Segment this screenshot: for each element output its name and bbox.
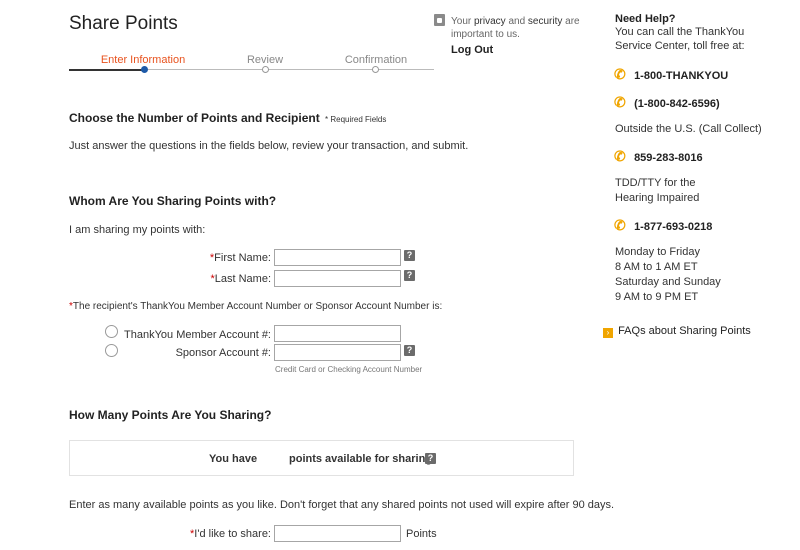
need-help-heading: Need Help? <box>615 13 676 25</box>
section-heading-whom: Whom Are You Sharing Points with? <box>69 194 277 208</box>
instructions-text: Just answer the questions in the fields … <box>69 140 469 152</box>
section-heading-choose: Choose the Number of Points and Recipien… <box>69 111 320 125</box>
step-confirmation: Confirmation <box>344 54 408 66</box>
you-have-label: You have <box>209 453 258 465</box>
hours-weekend-time: 9 AM to 9 PM ET <box>615 291 699 303</box>
phone-icon: ✆ <box>614 148 626 164</box>
share-points-label: *I'd like to share: <box>190 528 271 540</box>
points-available-label: points available for sharing. <box>289 453 436 465</box>
privacy-link[interactable]: privacy <box>474 16 506 27</box>
thankyou-account-label: ThankYou Member Account #: <box>124 329 271 341</box>
share-points-field[interactable] <box>274 525 401 542</box>
sponsor-hint-text: Credit Card or Checking Account Number <box>275 365 423 374</box>
security-link[interactable]: security <box>528 16 562 27</box>
phone-numeric: ✆ (1-800-842-6596) <box>614 94 720 110</box>
hours-weekend: Saturday and Sunday <box>615 276 721 288</box>
help-icon[interactable]: ? <box>404 250 415 261</box>
first-name-field[interactable] <box>274 249 401 266</box>
sponsor-account-field[interactable] <box>274 344 401 361</box>
faq-link[interactable]: › FAQs about Sharing Points <box>603 325 751 338</box>
help-icon[interactable]: ? <box>404 270 415 281</box>
sponsor-account-label: Sponsor Account #: <box>175 347 271 359</box>
phone-icon: ✆ <box>614 217 626 233</box>
page-title: Share Points <box>69 13 178 34</box>
phone-icon: ✆ <box>614 66 626 82</box>
hours-weekday-time: 8 AM to 1 AM ET <box>615 261 698 273</box>
step-progress-line-active <box>69 69 144 71</box>
phone-collect: ✆ 859-283-8016 <box>614 148 703 164</box>
account-prompt-text: *The recipient's ThankYou Member Account… <box>69 301 443 312</box>
help-icon[interactable]: ? <box>425 453 436 464</box>
expire-note-text: Enter as many available points as you li… <box>69 499 615 511</box>
first-name-label: *First Name: <box>209 252 271 264</box>
section-heading-how-many: How Many Points Are You Sharing? <box>69 408 272 422</box>
outside-us-text: Outside the U.S. (Call Collect) <box>615 123 762 135</box>
last-name-field[interactable] <box>274 270 401 287</box>
step-dot-active <box>141 66 148 73</box>
arrow-right-icon: › <box>603 328 613 338</box>
step-dot-review <box>262 66 269 73</box>
logout-link[interactable]: Log Out <box>451 44 493 56</box>
step-enter-information: Enter Information <box>100 54 186 66</box>
last-name-label: *Last Name: <box>210 273 271 285</box>
phone-icon: ✆ <box>614 94 626 110</box>
tdd-text: TDD/TTY for the Hearing Impaired <box>615 177 700 204</box>
privacy-notice: Your privacy and security are important … <box>451 16 580 40</box>
thankyou-account-field[interactable] <box>274 325 401 342</box>
phone-tdd: ✆ 1-877-693-0218 <box>614 217 713 233</box>
hours-weekday: Monday to Friday <box>615 246 700 258</box>
lock-icon <box>434 14 445 26</box>
need-help-intro: You can call the ThankYou Service Center… <box>615 26 745 52</box>
required-fields-note: * Required Fields <box>325 115 387 124</box>
step-dot-confirmation <box>372 66 379 73</box>
phone-thankyou: ✆ 1-800-THANKYOU <box>614 66 729 82</box>
sharing-intro-text: I am sharing my points with: <box>69 224 206 236</box>
points-unit-label: Points <box>406 528 437 540</box>
help-icon[interactable]: ? <box>404 345 415 356</box>
step-review: Review <box>246 54 284 66</box>
points-available-box: You have points available for sharing. ? <box>69 440 574 476</box>
